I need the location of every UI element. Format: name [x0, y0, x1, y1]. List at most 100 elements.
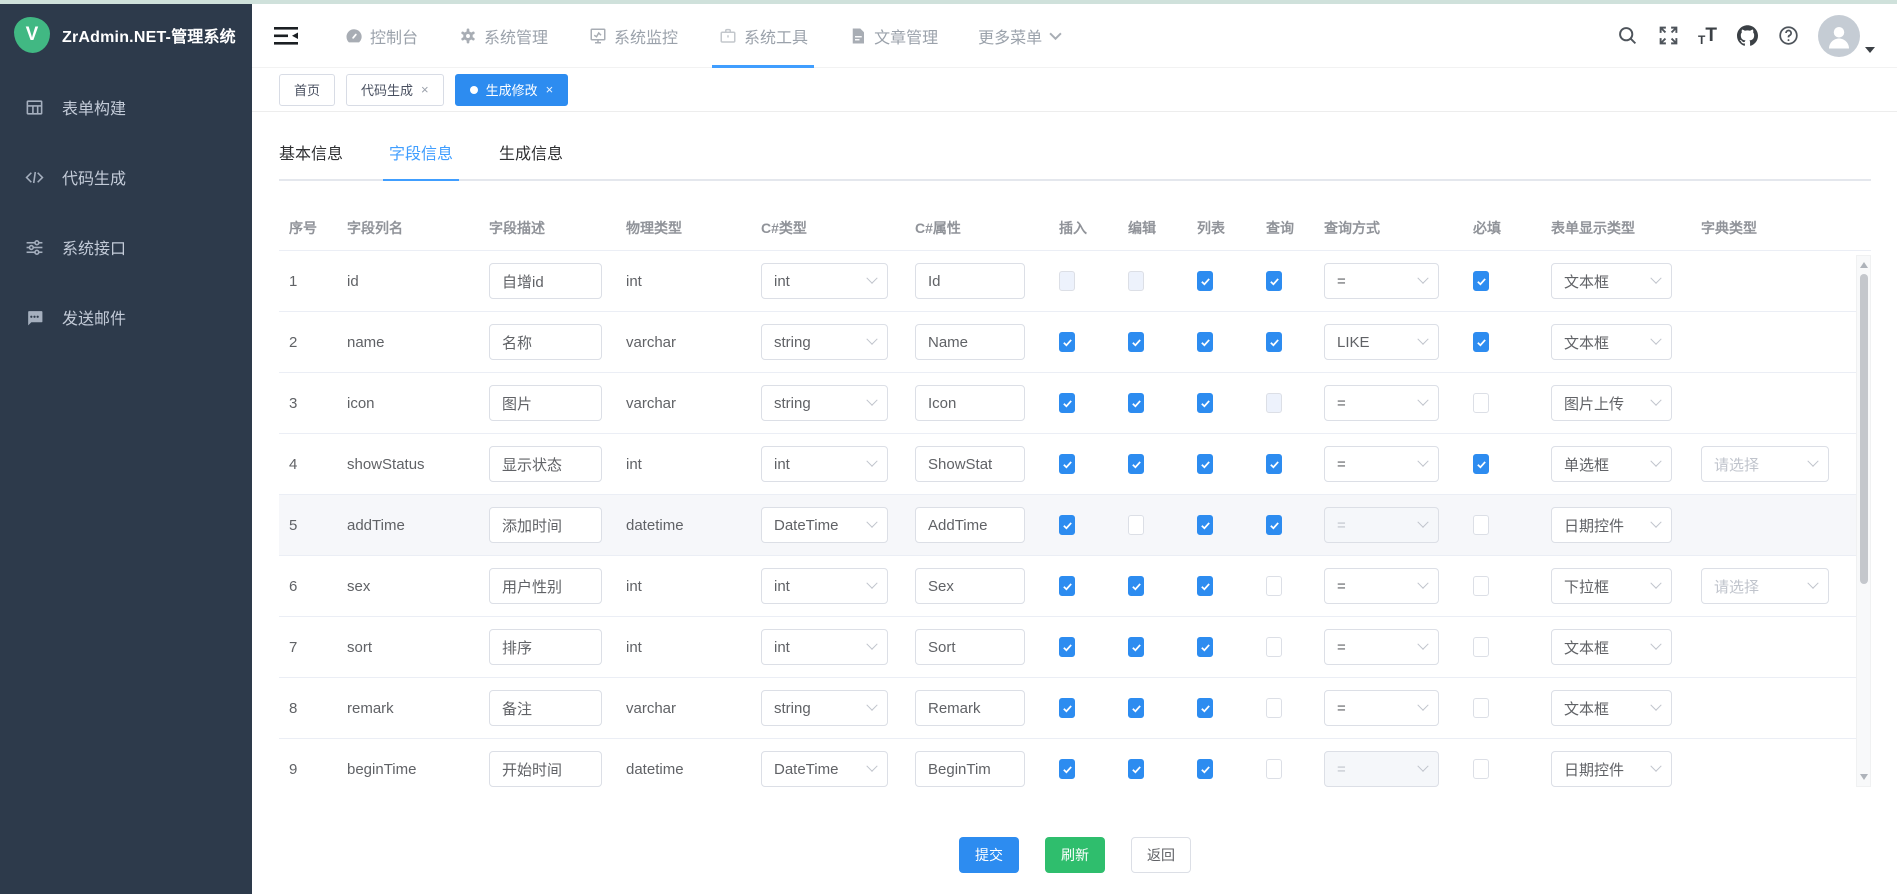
dict-type-select[interactable]: 请选择	[1701, 446, 1829, 482]
tab-gen-info[interactable]: 生成信息	[499, 140, 563, 179]
query-mode-select[interactable]: LIKE	[1324, 324, 1439, 360]
edit-checkbox[interactable]	[1128, 454, 1144, 474]
insert-checkbox[interactable]	[1059, 515, 1075, 535]
font-size-icon[interactable]: TT	[1698, 25, 1717, 47]
list-checkbox[interactable]	[1197, 515, 1213, 535]
required-checkbox[interactable]	[1473, 515, 1489, 535]
cs-property-input[interactable]	[915, 507, 1025, 543]
list-checkbox[interactable]	[1197, 393, 1213, 413]
nav-item-more-menu[interactable]: 更多菜单	[974, 4, 1066, 68]
cs-property-input[interactable]	[915, 385, 1025, 421]
dict-type-select[interactable]: 请选择	[1701, 568, 1829, 604]
cs-type-select[interactable]: string	[761, 385, 888, 421]
cs-type-select[interactable]: int	[761, 568, 888, 604]
field-description-input[interactable]	[489, 446, 602, 482]
field-description-input[interactable]	[489, 263, 602, 299]
insert-checkbox[interactable]	[1059, 393, 1075, 413]
query-checkbox[interactable]	[1266, 332, 1282, 352]
tag-code-gen[interactable]: 代码生成 ×	[346, 74, 444, 106]
required-checkbox[interactable]	[1473, 576, 1489, 596]
cs-property-input[interactable]	[915, 446, 1025, 482]
cs-property-input[interactable]	[915, 629, 1025, 665]
github-icon[interactable]	[1736, 25, 1758, 47]
sidebar-item-form-builder[interactable]: 表单构建	[0, 72, 252, 142]
query-mode-select[interactable]: =	[1324, 629, 1439, 665]
back-button[interactable]: 返回	[1131, 837, 1191, 873]
help-icon[interactable]	[1777, 25, 1799, 47]
nav-item-article-mgmt[interactable]: 文章管理	[844, 4, 942, 68]
required-checkbox[interactable]	[1473, 637, 1489, 657]
field-description-input[interactable]	[489, 324, 602, 360]
cs-type-select[interactable]: string	[761, 324, 888, 360]
display-type-select[interactable]: 文本框	[1551, 629, 1672, 665]
insert-checkbox[interactable]	[1059, 759, 1075, 779]
scroll-down-icon[interactable]	[1857, 770, 1870, 784]
fullscreen-icon[interactable]	[1657, 25, 1679, 47]
query-checkbox[interactable]	[1266, 454, 1282, 474]
query-mode-select[interactable]: =	[1324, 446, 1439, 482]
table-scrollbar[interactable]	[1856, 255, 1871, 787]
query-checkbox[interactable]	[1266, 271, 1282, 291]
list-checkbox[interactable]	[1197, 698, 1213, 718]
field-description-input[interactable]	[489, 629, 602, 665]
field-description-input[interactable]	[489, 690, 602, 726]
query-checkbox[interactable]	[1266, 576, 1282, 596]
cs-type-select[interactable]: DateTime	[761, 507, 888, 543]
cs-property-input[interactable]	[915, 324, 1025, 360]
query-mode-select[interactable]: =	[1324, 690, 1439, 726]
edit-checkbox[interactable]	[1128, 637, 1144, 657]
field-description-input[interactable]	[489, 751, 602, 787]
query-checkbox[interactable]	[1266, 759, 1282, 779]
list-checkbox[interactable]	[1197, 759, 1213, 779]
close-icon[interactable]: ×	[546, 83, 554, 96]
nav-item-console[interactable]: 控制台	[340, 4, 422, 68]
required-checkbox[interactable]	[1473, 698, 1489, 718]
insert-checkbox[interactable]	[1059, 454, 1075, 474]
user-menu[interactable]	[1818, 15, 1875, 57]
query-checkbox[interactable]	[1266, 698, 1282, 718]
field-description-input[interactable]	[489, 568, 602, 604]
cs-type-select[interactable]: int	[761, 263, 888, 299]
nav-item-system-tools[interactable]: 系统工具	[714, 4, 812, 68]
edit-checkbox[interactable]	[1128, 332, 1144, 352]
query-mode-select[interactable]: =	[1324, 568, 1439, 604]
display-type-select[interactable]: 单选框	[1551, 446, 1672, 482]
list-checkbox[interactable]	[1197, 332, 1213, 352]
query-checkbox[interactable]	[1266, 515, 1282, 535]
sidebar-item-code-gen[interactable]: 代码生成	[0, 142, 252, 212]
close-icon[interactable]: ×	[421, 83, 429, 96]
insert-checkbox[interactable]	[1059, 637, 1075, 657]
display-type-select[interactable]: 文本框	[1551, 690, 1672, 726]
edit-checkbox[interactable]	[1128, 393, 1144, 413]
edit-checkbox[interactable]	[1128, 759, 1144, 779]
submit-button[interactable]: 提交	[959, 837, 1019, 873]
display-type-select[interactable]: 下拉框	[1551, 568, 1672, 604]
query-mode-select[interactable]: =	[1324, 385, 1439, 421]
list-checkbox[interactable]	[1197, 454, 1213, 474]
sidebar-item-send-mail[interactable]: 发送邮件	[0, 282, 252, 352]
list-checkbox[interactable]	[1197, 576, 1213, 596]
tab-field-info[interactable]: 字段信息	[389, 140, 453, 179]
scroll-up-icon[interactable]	[1857, 258, 1870, 272]
cs-property-input[interactable]	[915, 751, 1025, 787]
sidebar-item-system-api[interactable]: 系统接口	[0, 212, 252, 282]
display-type-select[interactable]: 日期控件	[1551, 751, 1672, 787]
query-mode-select[interactable]: =	[1324, 263, 1439, 299]
display-type-select[interactable]: 文本框	[1551, 263, 1672, 299]
insert-checkbox[interactable]	[1059, 332, 1075, 352]
nav-item-system-monitor[interactable]: 系统监控	[584, 4, 682, 68]
display-type-select[interactable]: 图片上传	[1551, 385, 1672, 421]
scrollbar-thumb[interactable]	[1860, 274, 1868, 584]
app-logo[interactable]: V ZrAdmin.NET-管理系统	[0, 4, 252, 66]
collapse-menu-icon[interactable]	[274, 26, 298, 46]
cs-type-select[interactable]: int	[761, 629, 888, 665]
cs-type-select[interactable]: string	[761, 690, 888, 726]
nav-item-system-mgmt[interactable]: 系统管理	[454, 4, 552, 68]
query-checkbox[interactable]	[1266, 637, 1282, 657]
refresh-button[interactable]: 刷新	[1045, 837, 1105, 873]
field-description-input[interactable]	[489, 507, 602, 543]
edit-checkbox[interactable]	[1128, 698, 1144, 718]
insert-checkbox[interactable]	[1059, 698, 1075, 718]
required-checkbox[interactable]	[1473, 271, 1489, 291]
insert-checkbox[interactable]	[1059, 576, 1075, 596]
